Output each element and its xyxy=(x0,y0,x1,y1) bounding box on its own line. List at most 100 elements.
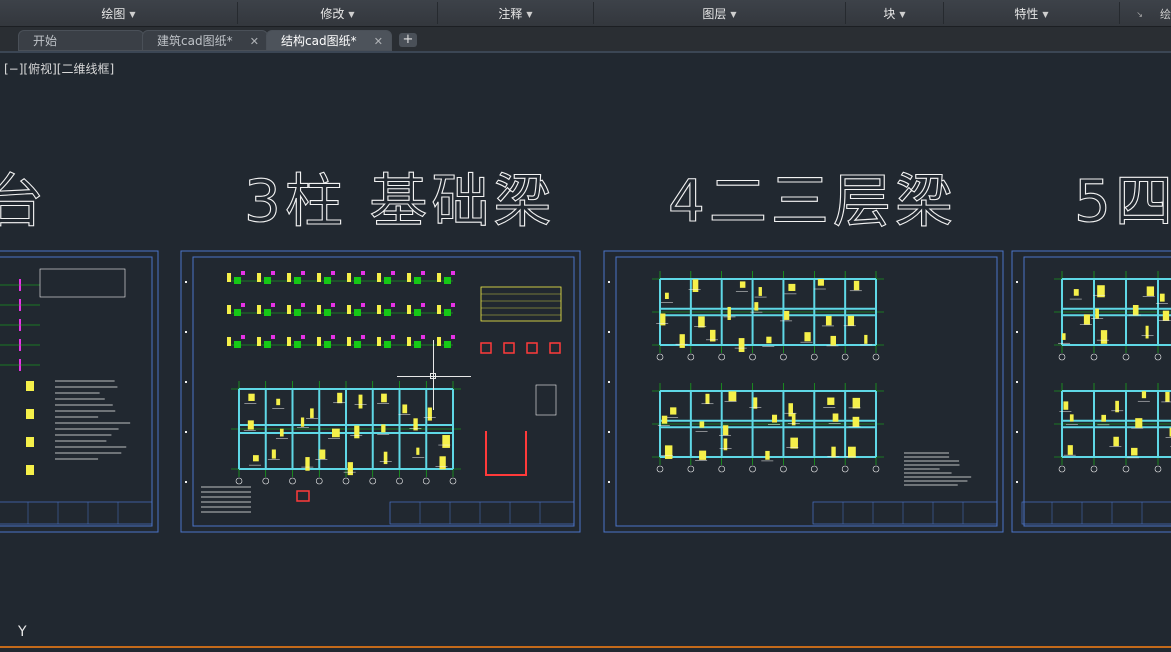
rebar-annotation xyxy=(227,273,231,282)
rebar-annotation xyxy=(804,332,811,342)
frame-tick xyxy=(1016,431,1018,433)
rebar-annotation xyxy=(317,305,321,314)
rebar-annotation xyxy=(1145,325,1149,339)
column-mark xyxy=(294,341,301,348)
column-tag xyxy=(331,271,335,275)
sheet-outer-frame xyxy=(0,250,159,533)
axis-bubble xyxy=(656,353,664,361)
axis-bubble xyxy=(749,465,756,473)
rebar-annotation xyxy=(439,456,446,470)
frame-tick xyxy=(608,381,610,383)
tab-architecture-label: 建筑cad图纸* xyxy=(157,34,233,48)
axis-bubble xyxy=(718,465,726,473)
axis-bubble xyxy=(315,477,323,485)
rebar-annotation xyxy=(864,334,868,344)
axis-bubble xyxy=(810,353,818,361)
rebar-annotation xyxy=(319,449,326,460)
column-section-detail xyxy=(549,342,561,354)
sheet-inner-frame xyxy=(0,256,153,527)
drawing-titles: 台 3柱 基础梁 4二三层梁 5四 xyxy=(0,166,1171,235)
ribbon-draw-panel[interactable]: 绘图 ▼ xyxy=(0,2,238,24)
ribbon-annotate-panel[interactable]: 注释 ▼ xyxy=(438,2,594,24)
rebar-annotation xyxy=(402,404,408,414)
column-tag xyxy=(361,335,365,339)
column-tag xyxy=(301,303,305,307)
rebar-annotation xyxy=(248,393,255,401)
rebar-annotation xyxy=(753,397,758,409)
column-mark xyxy=(324,309,331,316)
rebar-annotation xyxy=(664,445,673,459)
column-tag xyxy=(391,303,395,307)
tab-structure-label: 结构cad图纸* xyxy=(281,34,357,48)
column-section-detail xyxy=(480,342,492,354)
ribbon-modify-label: 修改 xyxy=(320,7,345,21)
axis-bubble xyxy=(780,465,787,473)
rebar-annotation xyxy=(758,287,762,296)
ribbon-properties-panel[interactable]: 特性 ▼ xyxy=(944,2,1120,24)
rebar-annotation xyxy=(383,451,388,465)
rebar-annotation xyxy=(661,415,668,424)
chevron-down-icon: ▼ xyxy=(348,10,355,19)
ribbon-truncated-label[interactable]: 绘 xyxy=(1160,6,1171,22)
axis-bubble xyxy=(872,465,880,473)
ribbon-modify-panel[interactable]: 修改 ▼ xyxy=(238,2,438,24)
drawing-sheets xyxy=(0,250,1171,533)
rebar-annotation xyxy=(257,273,261,282)
rebar-annotation xyxy=(1100,330,1108,344)
column-tag xyxy=(241,303,245,307)
column-mark xyxy=(444,309,451,316)
column-tag xyxy=(301,271,305,275)
axis-bubble xyxy=(449,477,457,485)
rebar-annotation xyxy=(227,305,231,314)
column-tag xyxy=(241,271,245,275)
rebar-annotation xyxy=(287,273,291,282)
column-mark xyxy=(384,341,391,348)
rebar-annotation xyxy=(347,462,353,476)
rebar-annotation xyxy=(279,428,284,437)
column-section-detail xyxy=(503,342,515,354)
column-schedule-table xyxy=(480,286,562,322)
close-icon[interactable]: ✕ xyxy=(374,31,383,52)
tab-start[interactable]: 开始 xyxy=(18,30,144,51)
close-icon[interactable]: ✕ xyxy=(250,31,259,52)
ribbon-block-panel[interactable]: 块 ▼ xyxy=(846,2,944,24)
column-mark xyxy=(354,341,361,348)
detail-table xyxy=(535,384,557,416)
panel-dialog-launcher-icon[interactable]: ↘ xyxy=(1136,10,1143,19)
rebar-annotation xyxy=(437,305,441,314)
frame-tick xyxy=(1016,331,1018,333)
rebar-annotation xyxy=(377,305,381,314)
rebar-annotation xyxy=(337,392,343,404)
rebar-annotation xyxy=(1063,401,1069,410)
axis-bubble xyxy=(396,477,403,485)
title-block xyxy=(0,501,153,525)
new-tab-button[interactable]: + xyxy=(399,33,417,47)
rebar-annotation xyxy=(1069,414,1074,422)
drawing-canvas[interactable]: 台 3柱 基础梁 4二三层梁 5四 xyxy=(0,53,1171,646)
rebar-annotation xyxy=(377,273,381,282)
axis-bubble xyxy=(841,353,849,361)
axis-bubble xyxy=(718,353,726,361)
ribbon-layers-panel[interactable]: 图层 ▼ xyxy=(594,2,846,24)
column-tag xyxy=(421,271,425,275)
column-tag xyxy=(391,335,395,339)
tab-architecture-drawing[interactable]: 建筑cad图纸* ✕ xyxy=(142,30,268,51)
axis-bubble xyxy=(1090,465,1098,473)
column-tag xyxy=(361,303,365,307)
rebar-annotation xyxy=(354,425,360,439)
column-tag xyxy=(331,335,335,339)
rebar-annotation xyxy=(310,408,314,418)
viewport-controls[interactable]: [−][俯视][二维线框] xyxy=(4,60,114,77)
chevron-down-icon: ▼ xyxy=(526,10,533,19)
cursor-pickbox xyxy=(430,373,436,379)
column-mark xyxy=(294,309,301,316)
tab-structure-drawing[interactable]: 结构cad图纸* ✕ xyxy=(266,30,392,51)
rebar-annotation xyxy=(772,414,778,423)
rebar-annotation xyxy=(765,450,770,460)
rebar-annotation xyxy=(827,397,835,405)
rebar-annotation xyxy=(347,337,351,346)
frame-tick xyxy=(608,481,610,483)
axis-bubble xyxy=(1122,465,1130,473)
title-block xyxy=(1021,501,1171,525)
rebar-annotation xyxy=(728,391,737,402)
